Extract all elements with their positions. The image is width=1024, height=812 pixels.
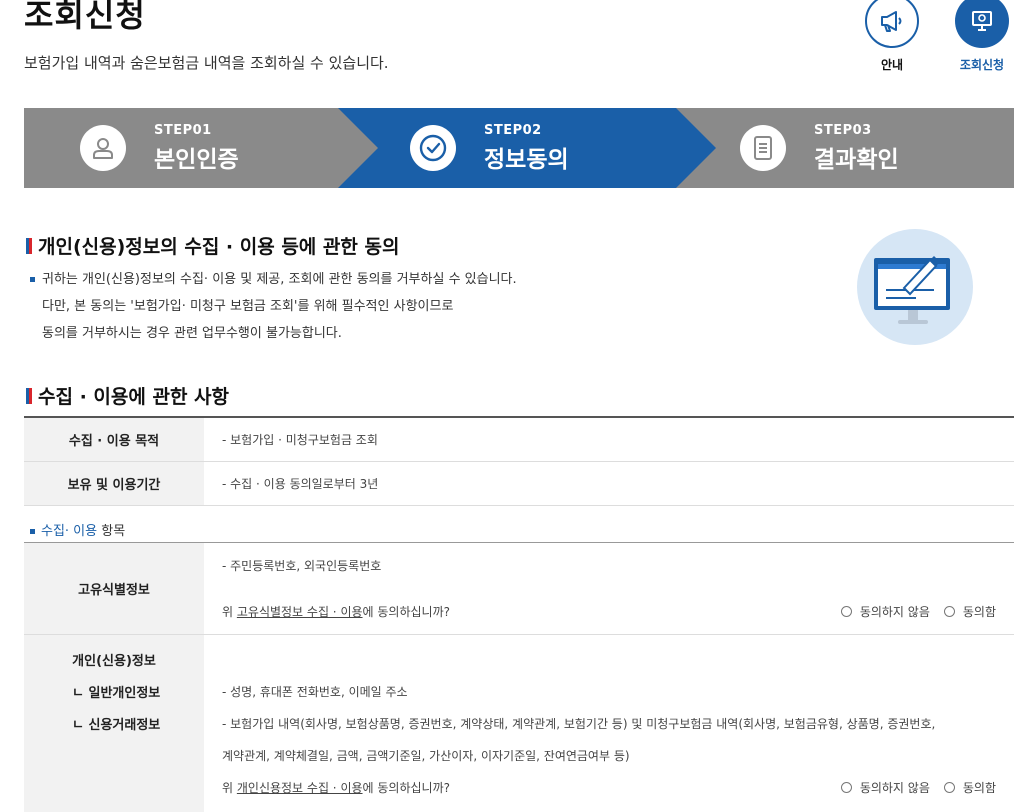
usage-table: 수집 · 이용 목적 - 보험가입 · 미청구보험금 조회 보유 및 이용기간 … — [24, 416, 1014, 506]
step-3: STEP03 결과확인 — [740, 108, 899, 188]
purpose-label: 수집 · 이용 목적 — [24, 418, 204, 461]
unique-id-radio-group: 동의하지 않음 동의함 — [840, 603, 996, 620]
user-icon — [80, 125, 126, 171]
question-suffix: 에 동의하십니까? — [362, 780, 450, 795]
radio-circle[interactable] — [943, 781, 955, 793]
step-1-label: 본인인증 — [154, 146, 239, 173]
retention-label: 보유 및 이용기간 — [24, 462, 204, 505]
unique-id-disagree-radio[interactable]: 동의하지 않음 — [840, 603, 930, 620]
items-subtitle-rest: 항목 — [97, 524, 126, 539]
question-prefix: 위 — [222, 604, 237, 619]
unique-id-question-row: 위 고유식별정보 수집 · 이용에 동의하십니까? 동의하지 않음 동의함 — [222, 595, 1014, 627]
radio-circle[interactable] — [840, 605, 852, 617]
radio-circle[interactable] — [840, 781, 852, 793]
items-table: 고유식별정보 - 주민등록번호, 외국인등록번호 위 고유식별정보 수집 · 이… — [24, 542, 1014, 812]
notice-line-2: 다만, 본 동의는 '보험가입· 미청구 보험금 조회'를 위해 필수적인 사항… — [42, 299, 454, 314]
personal-info-label: 개인(신용)정보 — [72, 653, 156, 669]
personal-info-question-row: 위 개인신용정보 수집 · 이용에 동의하십니까? 동의하지 않음 동의함 — [222, 771, 1014, 803]
notice-line-3: 동의를 거부하시는 경우 관련 업무수행이 불가능합니다. — [42, 326, 342, 341]
table-row: 고유식별정보 - 주민등록번호, 외국인등록번호 위 고유식별정보 수집 · 이… — [24, 543, 1014, 635]
usage-section-title: 수집 · 이용에 관한 사항 — [26, 382, 229, 409]
agree-label: 동의함 — [962, 780, 996, 795]
personal-info-question: 위 개인신용정보 수집 · 이용에 동의하십니까? — [222, 779, 450, 796]
disagree-label: 동의하지 않음 — [859, 780, 930, 795]
unique-id-label: 고유식별정보 — [24, 543, 204, 634]
consent-title-text: 개인(신용)정보의 수집 · 이용 등에 관한 동의 — [38, 236, 400, 258]
step-3-number: STEP03 — [814, 122, 872, 138]
question-suffix: 에 동의하십니까? — [362, 604, 450, 619]
personal-info-value-2b: 계약관계, 계약체결일, 금액, 금액기준일, 가산이자, 이자기준일, 잔여연… — [222, 748, 630, 763]
unique-id-value: - 주민등록번호, 외국인등록번호 — [222, 558, 382, 573]
step-1-number: STEP01 — [154, 122, 212, 138]
personal-info-radio-group: 동의하지 않음 동의함 — [840, 779, 996, 796]
step-3-label: 결과확인 — [814, 146, 899, 173]
notice-line-1: 귀하는 개인(신용)정보의 수집· 이용 및 제공, 조회에 관한 동의를 거부… — [42, 272, 517, 287]
purpose-value: - 보험가입 · 미청구보험금 조회 — [222, 433, 378, 447]
radio-circle[interactable] — [943, 605, 955, 617]
bullet-marker — [30, 529, 35, 534]
unique-id-question: 위 고유식별정보 수집 · 이용에 동의하십니까? — [222, 603, 450, 620]
monitor-search-icon — [972, 11, 992, 31]
unique-id-question-link[interactable]: 고유식별정보 수집 · 이용 — [237, 605, 363, 619]
step-2: STEP02 정보동의 — [410, 108, 569, 188]
step-progress-bar: STEP01 본인인증 STEP02 정보동의 STEP03 결과확인 — [24, 108, 1014, 188]
items-subtitle-blue: 수집· 이용 — [41, 524, 98, 539]
personal-info-value-1: - 성명, 휴대폰 전화번호, 이메일 주소 — [222, 684, 408, 699]
step-1: STEP01 본인인증 — [80, 108, 239, 188]
disagree-label: 동의하지 않음 — [859, 604, 930, 619]
section-marker — [26, 387, 32, 404]
usage-title-text: 수집 · 이용에 관한 사항 — [38, 386, 229, 408]
step-2-label: 정보동의 — [484, 146, 569, 173]
personal-info-header: 개인(신용)정보 ㄴ 일반개인정보 ㄴ 신용거래정보 — [24, 635, 204, 812]
document-icon — [740, 125, 786, 171]
section-marker — [26, 237, 32, 254]
unique-id-agree-radio[interactable]: 동의함 — [943, 603, 996, 620]
page-description: 보험가입 내역과 숨은보험금 내역을 조회하실 수 있습니다. — [24, 54, 389, 72]
table-row: 수집 · 이용 목적 - 보험가입 · 미청구보험금 조회 — [24, 418, 1014, 462]
guide-button[interactable]: 안내 — [862, 0, 922, 73]
personal-info-value-2a: - 보험가입 내역(회사명, 보험상품명, 증권번호, 계약상태, 계약관계, … — [222, 716, 936, 731]
table-row: 보유 및 이용기간 - 수집 · 이용 동의일로부터 3년 — [24, 462, 1014, 506]
table-row: 개인(신용)정보 ㄴ 일반개인정보 ㄴ 신용거래정보 - 성명, 휴대폰 전화번… — [24, 635, 1014, 812]
guide-label: 안내 — [880, 58, 904, 72]
items-subtitle: 수집· 이용 항목 — [30, 520, 125, 539]
monitor-pen-illustration — [857, 229, 973, 345]
personal-info-sub2: ㄴ 신용거래정보 — [72, 717, 161, 733]
step-2-number: STEP02 — [484, 122, 542, 138]
personal-info-sub1: ㄴ 일반개인정보 — [72, 685, 161, 701]
inquiry-button[interactable]: 조회신청 — [952, 0, 1012, 73]
check-circle-icon — [410, 125, 456, 171]
agree-label: 동의함 — [962, 604, 996, 619]
megaphone-icon — [881, 11, 902, 32]
question-prefix: 위 — [222, 780, 237, 795]
personal-info-agree-radio[interactable]: 동의함 — [943, 779, 996, 796]
consent-section-title: 개인(신용)정보의 수집 · 이용 등에 관한 동의 — [26, 232, 399, 259]
bullet-marker — [30, 277, 35, 282]
personal-info-question-link[interactable]: 개인신용정보 수집 · 이용 — [237, 781, 363, 795]
page-title: 조회신청 — [24, 0, 146, 34]
retention-value: - 수집 · 이용 동의일로부터 3년 — [222, 477, 379, 491]
inquiry-label: 조회신청 — [959, 58, 1005, 72]
consent-notice: 귀하는 개인(신용)정보의 수집· 이용 및 제공, 조회에 관한 동의를 거부… — [30, 266, 517, 347]
personal-info-disagree-radio[interactable]: 동의하지 않음 — [840, 779, 930, 796]
